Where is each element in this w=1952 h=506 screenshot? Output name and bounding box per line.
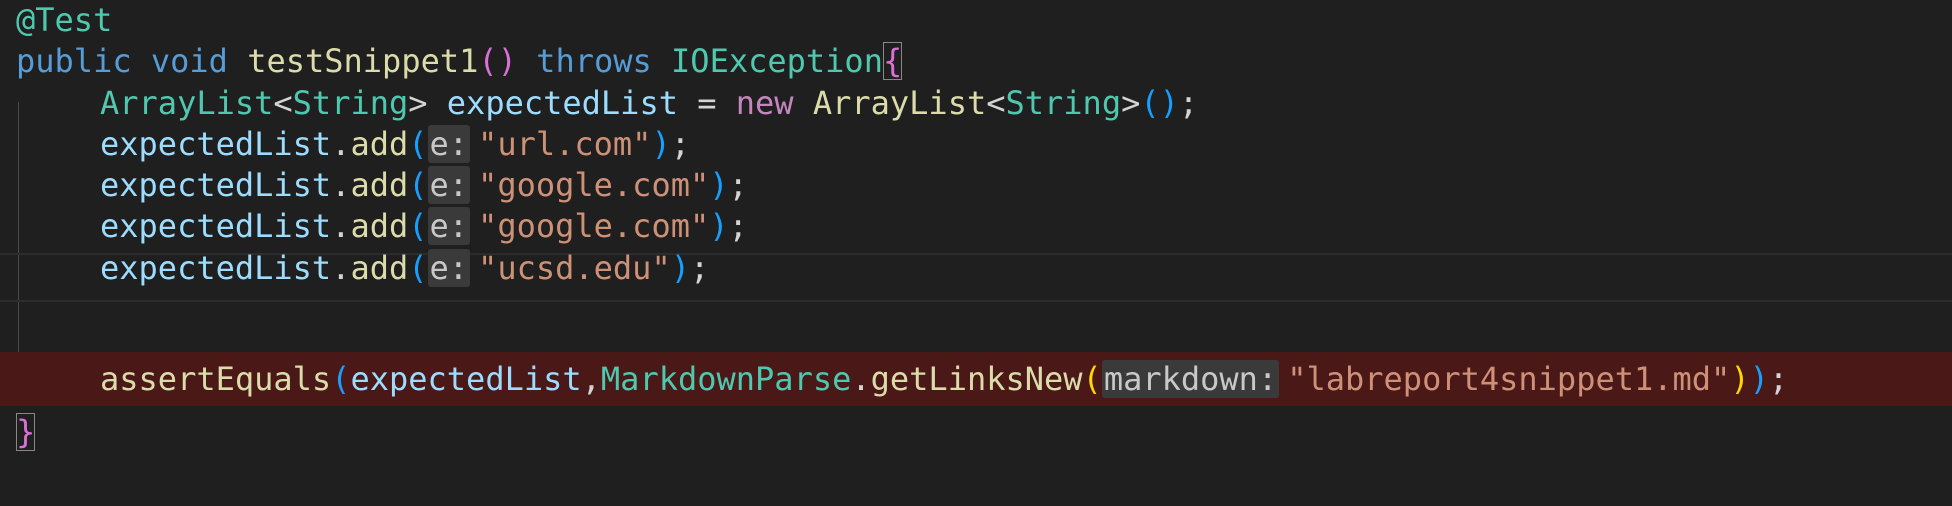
close-paren: ) xyxy=(1730,360,1750,398)
open-paren: ( xyxy=(408,125,428,163)
close-paren: ) xyxy=(709,207,729,245)
semicolon: ; xyxy=(670,125,690,163)
method-getlinksnew: getLinksNew xyxy=(870,360,1083,398)
method-add: add xyxy=(350,166,409,204)
keyword-new: new xyxy=(735,84,794,122)
dot: . xyxy=(331,249,351,287)
variable-expectedlist: expectedList xyxy=(100,207,332,245)
method-assertequals: assertEquals xyxy=(100,360,332,398)
open-paren: ( xyxy=(408,166,428,204)
generic-gt: > xyxy=(408,84,428,122)
close-paren: ) xyxy=(651,125,671,163)
code-line-8-error[interactable]: assertEquals(expectedList,MarkdownParse.… xyxy=(0,352,1952,406)
string-literal: "google.com" xyxy=(478,207,710,245)
dot: . xyxy=(331,125,351,163)
class-markdownparse: MarkdownParse xyxy=(600,360,852,398)
close-paren: ) xyxy=(670,249,690,287)
open-paren: ( xyxy=(1082,360,1102,398)
assign-operator: = xyxy=(697,84,717,122)
variable-expectedlist: expectedList xyxy=(350,360,582,398)
keyword-throws: throws xyxy=(536,42,652,80)
variable-expectedlist: expectedList xyxy=(100,166,332,204)
constructor-parens: () xyxy=(1140,84,1179,122)
string-literal: "google.com" xyxy=(478,166,710,204)
semicolon: ; xyxy=(1768,360,1789,398)
method-name: testSnippet1 xyxy=(247,42,479,80)
generic-lt: < xyxy=(986,84,1006,122)
type-string: String xyxy=(1005,84,1122,122)
open-paren: ( xyxy=(331,360,351,398)
comma: , xyxy=(581,360,601,398)
close-paren: ) xyxy=(709,166,729,204)
string-literal: "ucsd.edu" xyxy=(478,249,671,287)
close-brace: } xyxy=(16,413,36,451)
close-paren: ) xyxy=(1749,360,1769,398)
variable-expectedlist: expectedList xyxy=(100,125,332,163)
dot: . xyxy=(331,207,351,245)
dot: . xyxy=(331,166,351,204)
method-add: add xyxy=(350,249,409,287)
string-literal: "url.com" xyxy=(478,125,652,163)
method-add: add xyxy=(350,125,409,163)
code-line-7[interactable]: expectedList.add(e: "ucsd.edu"); xyxy=(0,242,1952,294)
exception-type: IOException xyxy=(671,42,883,80)
semicolon: ; xyxy=(728,166,748,204)
method-add: add xyxy=(350,207,409,245)
open-brace: { xyxy=(882,42,903,80)
inlay-hint: e: xyxy=(427,207,471,245)
generic-lt: < xyxy=(273,84,293,122)
inlay-hint: e: xyxy=(427,249,471,287)
current-line-border-bottom xyxy=(0,300,1952,302)
code-line-9[interactable]: } xyxy=(0,406,1952,458)
annotation-test: @Test xyxy=(16,1,113,39)
code-editor[interactable]: @Test public void testSnippet1() throws … xyxy=(0,0,1952,506)
semicolon: ; xyxy=(728,207,748,245)
variable-expectedlist: expectedList xyxy=(100,249,332,287)
string-literal: "labreport4snippet1.md" xyxy=(1287,360,1731,398)
keyword-void: void xyxy=(150,42,228,80)
dot: . xyxy=(851,360,871,398)
inlay-hint: markdown: xyxy=(1101,360,1280,398)
inlay-hint: e: xyxy=(427,125,471,163)
type-string: String xyxy=(292,84,409,122)
generic-gt: > xyxy=(1121,84,1141,122)
inlay-hint: e: xyxy=(427,166,471,204)
open-paren: ( xyxy=(408,249,428,287)
keyword-public: public xyxy=(16,42,132,80)
constructor-arraylist: ArrayList xyxy=(812,84,987,122)
variable-expectedlist: expectedList xyxy=(446,84,678,122)
open-paren: ( xyxy=(408,207,428,245)
type-arraylist: ArrayList xyxy=(100,84,274,122)
semicolon: ; xyxy=(689,249,710,287)
semicolon: ; xyxy=(1178,84,1199,122)
method-parens: () xyxy=(478,42,517,80)
